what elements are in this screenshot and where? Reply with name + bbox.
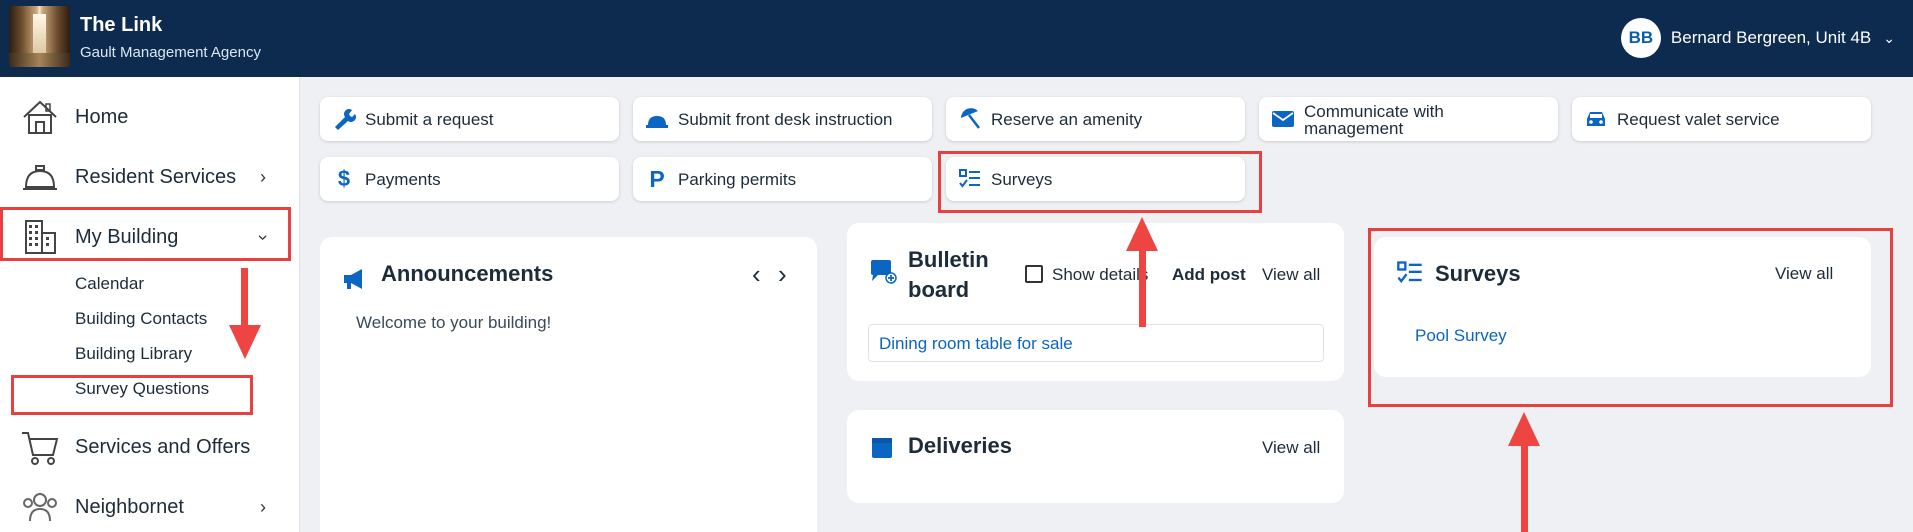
wrench-icon	[335, 109, 356, 130]
announcements-card: Announcements ‹ › Welcome to your buildi…	[320, 237, 817, 532]
parking-label: Parking permits	[678, 169, 797, 189]
payments-button[interactable]: $ Payments	[320, 157, 619, 201]
annotation-box-surveys-button	[938, 151, 1262, 213]
bulletin-post-item[interactable]: Dining room table for sale	[868, 324, 1324, 362]
car-icon	[1587, 112, 1605, 126]
front-desk-label: Submit front desk instruction	[678, 109, 893, 129]
envelope-icon	[1272, 111, 1294, 127]
annotation-arrow-down-head	[229, 325, 261, 359]
communicate-management-button[interactable]: Communicate with management	[1259, 97, 1558, 141]
submit-request-button[interactable]: Submit a request	[320, 97, 619, 141]
house-icon	[23, 100, 57, 134]
building-logo[interactable]	[9, 6, 70, 67]
user-name[interactable]: Bernard Bergreen, Unit 4B	[1671, 28, 1871, 48]
announcement-text: Welcome to your building!	[356, 313, 552, 332]
chevron-down-icon[interactable]: ⌄	[1883, 30, 1895, 47]
parking-permits-button[interactable]: P Parking permits	[633, 157, 932, 201]
avatar[interactable]: BB	[1620, 18, 1661, 58]
bulletin-title-line1: Bulletin	[908, 247, 989, 272]
app-subtitle: Gault Management Agency	[80, 44, 261, 61]
bulletin-view-all-link[interactable]: View all	[1262, 265, 1320, 285]
package-icon	[872, 438, 892, 458]
sidebar-item-label: Resident Services	[75, 165, 237, 188]
sidebar-item-label: Home	[75, 105, 129, 128]
communicate-label-line2: management	[1304, 119, 1404, 138]
chevron-right-icon: ›	[260, 166, 266, 187]
sidebar-subitem-building-contacts[interactable]: Building Contacts	[75, 309, 207, 329]
sidebar-item-label: Neighbornet	[75, 495, 184, 518]
annotation-arrow-up-head	[1126, 217, 1158, 251]
annotation-arrow-down-shaft	[241, 268, 248, 328]
annotation-arrow-up-shaft	[1139, 249, 1146, 327]
dollar-icon: $	[337, 166, 351, 191]
deliveries-card: Deliveries View all	[847, 410, 1344, 503]
submit-request-label: Submit a request	[365, 109, 494, 129]
reserve-amenity-button[interactable]: Reserve an amenity	[946, 97, 1245, 141]
submit-front-desk-button[interactable]: Submit front desk instruction	[633, 97, 932, 141]
show-details-label[interactable]: Show details	[1052, 265, 1148, 285]
sidebar-item-neighbornet[interactable]: Neighbornet ›	[0, 482, 300, 532]
chevron-left-icon[interactable]: ‹	[752, 259, 761, 290]
sidebar-item-home[interactable]: Home	[0, 92, 300, 142]
annotation-arrow-up-head	[1508, 412, 1540, 446]
chat-bubble-icon	[871, 260, 897, 284]
app-header: The Link Gault Management Agency BB Bern…	[0, 0, 1913, 77]
shopping-cart-icon	[22, 432, 59, 465]
sidebar: Home Resident Services › My Building › C…	[0, 77, 300, 532]
bulletin-board-title: Bulletin board	[908, 245, 989, 305]
bulletin-board-card: Bulletin board Show details Add post Vie…	[847, 223, 1344, 381]
add-post-link[interactable]: Add post	[1172, 265, 1246, 285]
chevron-right-icon: ›	[260, 496, 266, 517]
sidebar-item-resident-services[interactable]: Resident Services ›	[0, 152, 300, 202]
deliveries-view-all-link[interactable]: View all	[1262, 438, 1320, 458]
sidebar-subitem-building-library[interactable]: Building Library	[75, 344, 192, 364]
annotation-box-survey-questions	[11, 375, 253, 415]
app-title: The Link	[80, 14, 163, 36]
annotation-arrow-up-shaft	[1521, 444, 1528, 532]
bulletin-title-line2: board	[908, 277, 970, 302]
show-details-checkbox[interactable]	[1025, 265, 1043, 283]
deliveries-title: Deliveries	[908, 433, 1012, 458]
annotation-box-my-building	[0, 207, 291, 261]
chevron-right-icon[interactable]: ›	[778, 259, 787, 290]
umbrella-icon	[961, 108, 980, 129]
megaphone-icon	[344, 269, 362, 289]
people-icon	[23, 493, 57, 522]
payments-label: Payments	[365, 169, 441, 189]
request-valet-button[interactable]: Request valet service	[1572, 97, 1871, 141]
communicate-label: Communicate with management	[1304, 103, 1444, 137]
sidebar-subitem-calendar[interactable]: Calendar	[75, 274, 144, 294]
announcements-title: Announcements	[381, 261, 554, 286]
bulletin-post-title: Dining room table for sale	[879, 334, 1073, 353]
parking-icon: P	[649, 165, 665, 192]
user-menu[interactable]: BB Bernard Bergreen, Unit 4B ⌄	[1620, 18, 1895, 58]
service-bell-icon	[23, 165, 57, 190]
annotation-box-surveys-card	[1368, 228, 1893, 407]
sidebar-item-label: Services and Offers	[75, 435, 251, 458]
front-desk-bell-icon	[646, 116, 668, 128]
valet-label: Request valet service	[1617, 109, 1780, 129]
reserve-amenity-label: Reserve an amenity	[991, 109, 1143, 129]
sidebar-item-services-offers[interactable]: Services and Offers	[0, 422, 300, 472]
